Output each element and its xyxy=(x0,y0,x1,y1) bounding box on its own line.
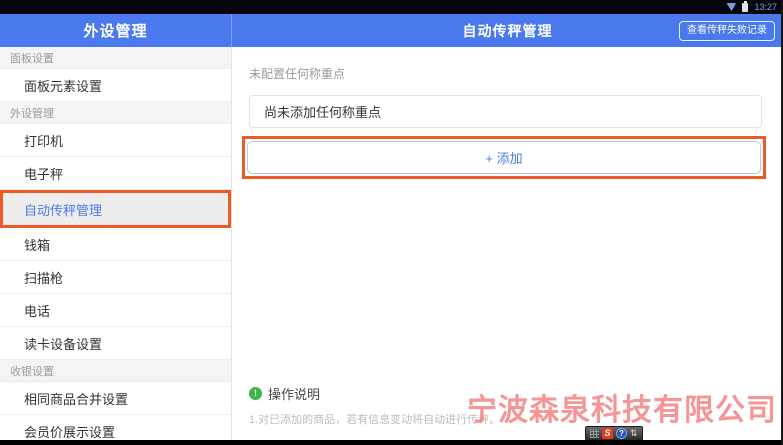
keyboard-grid-icon[interactable] xyxy=(590,429,599,438)
view-fail-records-button[interactable]: 查看传秤失败记录 xyxy=(679,21,775,41)
instructions-line: 1.对已添加的商品，若有信息变动将自动进行传秤。 xyxy=(249,411,500,427)
sidebar-item-cash-box[interactable]: 钱箱 xyxy=(0,228,231,261)
main-header: 自动传秤管理 查看传秤失败记录 xyxy=(232,14,783,47)
help-question-icon[interactable]: ? xyxy=(616,428,627,439)
app-header: 外设管理 自动传秤管理 查看传秤失败记录 xyxy=(0,14,783,47)
empty-state-label: 未配置任何称重点 xyxy=(249,65,762,82)
sidebar-item-electronic-scale[interactable]: 电子秤 xyxy=(0,157,231,190)
status-time: 13:27 xyxy=(754,3,777,12)
sidebar-section-panel-settings: 面板设置 xyxy=(0,47,231,69)
add-button-highlight: + 添加 xyxy=(242,136,766,179)
green-info-icon: ! xyxy=(249,387,262,400)
sidebar-item-merge-same-goods[interactable]: 相同商品合并设置 xyxy=(0,382,231,415)
collapse-arrows-icon[interactable]: ⇅ xyxy=(630,429,638,438)
ime-toolbar[interactable]: S ? ⇅ xyxy=(585,426,643,441)
status-bar: 13:27 xyxy=(0,0,783,14)
instructions-block: ! 操作说明 1.对已添加的商品，若有信息变动将自动进行传秤。 xyxy=(249,384,500,427)
sidebar-item-auto-weighing[interactable]: 自动传秤管理 xyxy=(0,190,231,228)
sidebar-item-scanner-gun[interactable]: 扫描枪 xyxy=(0,261,231,294)
sidebar-item-phone[interactable]: 电话 xyxy=(0,294,231,327)
sidebar-section-cashier-settings: 收银设置 xyxy=(0,360,231,382)
add-button[interactable]: + 添加 xyxy=(247,141,761,174)
sogou-s-icon[interactable]: S xyxy=(602,428,613,439)
bottom-bezel xyxy=(0,440,783,445)
main-panel: 未配置任何称重点 尚未添加任何称重点 + 添加 ! 操作说明 1.对已添加的商品… xyxy=(232,47,783,445)
sidebar-nav: 面板设置 面板元素设置 外设管理 打印机 电子秤 自动传秤管理 钱箱 扫描枪 电… xyxy=(0,47,232,445)
sidebar-item-card-reader[interactable]: 读卡设备设置 xyxy=(0,327,231,360)
sidebar-item-panel-elements[interactable]: 面板元素设置 xyxy=(0,69,231,102)
sidebar-header: 外设管理 xyxy=(0,14,232,47)
wifi-icon xyxy=(726,3,736,11)
empty-state-box: 尚未添加任何称重点 xyxy=(249,95,762,128)
sidebar-item-printer[interactable]: 打印机 xyxy=(0,124,231,157)
battery-icon xyxy=(742,3,748,12)
sidebar-section-peripherals: 外设管理 xyxy=(0,102,231,124)
body: 面板设置 面板元素设置 外设管理 打印机 电子秤 自动传秤管理 钱箱 扫描枪 电… xyxy=(0,47,783,445)
page-title: 自动传秤管理 xyxy=(463,21,553,41)
instructions-title: 操作说明 xyxy=(268,384,320,403)
sidebar-title: 外设管理 xyxy=(83,20,147,41)
app-screen: 13:27 外设管理 自动传秤管理 查看传秤失败记录 面板设置 面板元素设置 外… xyxy=(0,0,783,445)
